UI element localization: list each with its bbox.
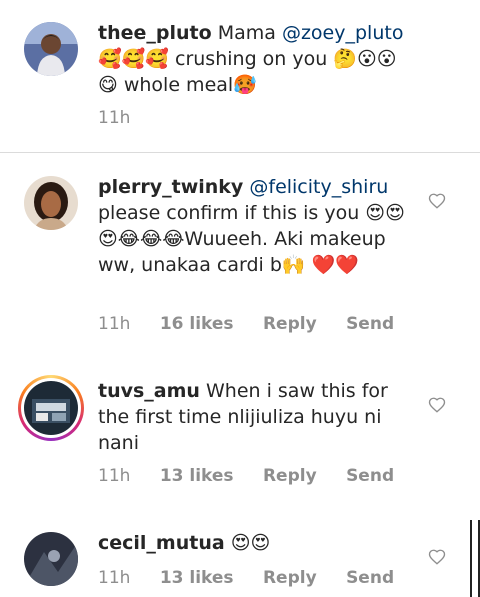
heart-outline-icon[interactable] bbox=[428, 548, 446, 566]
avatar-man-icon bbox=[24, 22, 78, 76]
reply-button[interactable]: Reply bbox=[263, 466, 317, 486]
comment-time: 11h bbox=[98, 466, 131, 486]
comment-username[interactable]: thee_pluto bbox=[98, 22, 212, 44]
send-button[interactable]: Send bbox=[346, 314, 394, 334]
comment-meta: 11h bbox=[98, 108, 154, 128]
comment-meta: 11h 13 likes Reply Send bbox=[98, 568, 418, 588]
send-button[interactable]: Send bbox=[346, 568, 394, 588]
comment-text-before: 😍😍 bbox=[224, 532, 271, 554]
comment-meta: 11h 13 likes Reply Send bbox=[98, 466, 418, 486]
avatar-store-icon bbox=[24, 381, 78, 435]
reply-button[interactable]: Reply bbox=[263, 314, 317, 334]
avatar-woman-icon bbox=[24, 176, 78, 230]
comment-text-after: 🥰🥰🥰 crushing on you 🤔😮😮 😋 whole meal🥵 bbox=[98, 48, 397, 96]
avatar[interactable] bbox=[24, 176, 78, 230]
comment-text-before: Mama bbox=[211, 22, 282, 44]
comment-username[interactable]: tuvs_amu bbox=[98, 380, 200, 402]
comment-username[interactable]: plerry_twinky bbox=[98, 176, 243, 198]
divider bbox=[0, 152, 480, 153]
comment-likes-link[interactable]: 13 likes bbox=[160, 568, 234, 588]
comment-time: 11h bbox=[98, 108, 131, 128]
comment-likes-link[interactable]: 13 likes bbox=[160, 466, 234, 486]
comment-username[interactable]: cecil_mutua bbox=[98, 532, 225, 554]
comment-text: tuvs_amu When i saw this for the first t… bbox=[98, 378, 418, 456]
avatar-dark-icon bbox=[24, 532, 78, 586]
reply-button[interactable]: Reply bbox=[263, 568, 317, 588]
comment-meta: 11h 16 likes Reply Send bbox=[98, 314, 418, 334]
comment-mention[interactable]: @felicity_shiru bbox=[249, 176, 388, 198]
avatar bbox=[24, 381, 78, 435]
comment-likes-link[interactable]: 16 likes bbox=[160, 314, 234, 334]
avatar[interactable] bbox=[24, 22, 78, 76]
comment-mention[interactable]: @zoey_pluto bbox=[282, 22, 404, 44]
comment-text: plerry_twinky @felicity_shiru please con… bbox=[98, 174, 418, 278]
heart-outline-icon[interactable] bbox=[428, 192, 446, 210]
send-button[interactable]: Send bbox=[346, 466, 394, 486]
comments-page: thee_pluto Mama @zoey_pluto 🥰🥰🥰 crushing… bbox=[0, 0, 480, 597]
comment-text-after: please confirm if this is you 😍😍😍😂😂😂Wuue… bbox=[98, 202, 405, 276]
scrollbar[interactable] bbox=[470, 520, 480, 597]
comment-text: thee_pluto Mama @zoey_pluto 🥰🥰🥰 crushing… bbox=[98, 20, 418, 98]
comment-time: 11h bbox=[98, 568, 131, 588]
comment-time: 11h bbox=[98, 314, 131, 334]
story-ring[interactable] bbox=[18, 375, 84, 441]
heart-outline-icon[interactable] bbox=[428, 396, 446, 414]
comment-text: cecil_mutua 😍😍 bbox=[98, 530, 418, 556]
avatar[interactable] bbox=[24, 532, 78, 586]
